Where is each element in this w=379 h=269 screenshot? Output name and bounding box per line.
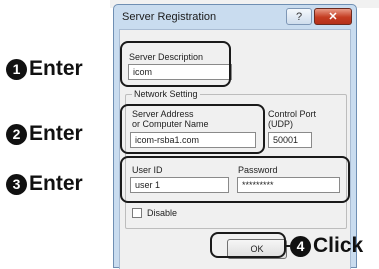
- step-4-number: 4: [290, 235, 311, 257]
- step-1-number: 1: [6, 58, 27, 80]
- disable-checkbox[interactable]: [132, 208, 142, 218]
- step-1-annotation: 1 Enter: [6, 57, 83, 81]
- step-3-text: Enter: [29, 172, 83, 195]
- control-port-label-line2: (UDP): [268, 119, 293, 129]
- title-bar[interactable]: Server Registration ? ✕: [114, 5, 356, 29]
- ok-button-callout: [210, 232, 286, 258]
- step-3-number: 3: [6, 173, 27, 195]
- step-2-text: Enter: [29, 122, 83, 145]
- disable-label: Disable: [147, 208, 178, 218]
- close-button[interactable]: ✕: [314, 8, 352, 25]
- step-2-annotation: 2 Enter: [6, 122, 83, 146]
- dialog-title: Server Registration: [122, 11, 217, 23]
- user-credentials-callout: [120, 156, 350, 203]
- step-1-text: Enter: [29, 57, 83, 80]
- step-4-annotation: 4 Click: [290, 234, 363, 258]
- step-4-text: Click: [313, 234, 364, 257]
- step-4-connector: [286, 245, 291, 247]
- step-2-number: 2: [6, 123, 27, 145]
- network-setting-legend: Network Setting: [132, 89, 200, 99]
- server-description-callout: [120, 41, 231, 87]
- step-3-annotation: 3 Enter: [6, 172, 83, 196]
- server-address-callout: [120, 104, 265, 154]
- control-port-input[interactable]: 50001: [268, 132, 312, 148]
- control-port-label: Control Port: [268, 109, 317, 119]
- help-button[interactable]: ?: [286, 8, 312, 25]
